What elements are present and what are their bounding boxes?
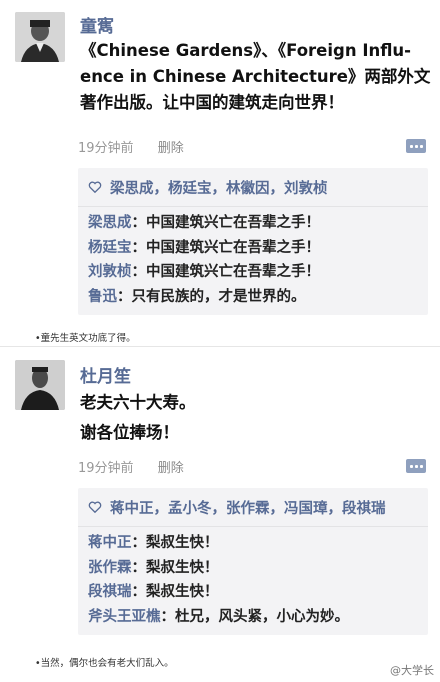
watermark: @大学长 [390, 664, 434, 677]
interaction-box: 梁思成，杨廷宝，林徽因，刘敦桢 梁思成：中国建筑兴亡在吾辈之手！ 杨廷宝：中国建… [78, 168, 428, 315]
post-content: 老夫六十大寿。 谢各位捧场！ [80, 390, 420, 446]
likes-row: 梁思成，杨廷宝，林徽因，刘敦桢 [78, 168, 428, 207]
comments-list: 蒋中正：梨叔生快！ 张作霖：梨叔生快！ 段祺瑞：梨叔生快！ 斧头王亚樵：杜兄，风… [78, 527, 428, 635]
heart-icon [88, 501, 102, 514]
comment-author[interactable]: 杨廷宝 [88, 240, 132, 256]
moments-post-1: 童寯 《Chinese Gardens》、《Foreign Influ- enc… [0, 0, 440, 344]
comment-author[interactable]: 段祺瑞 [88, 584, 132, 600]
comment-item[interactable]: 斧头王亚樵：杜兄，风头紧，小心为妙。 [88, 605, 418, 630]
image-caption: •童先生英文功底了得。 [35, 333, 136, 344]
comment-text: ：梨叔生快！ [131, 584, 219, 600]
comment-author[interactable]: 张作霖 [88, 560, 132, 576]
comment-item[interactable]: 梁思成：中国建筑兴亡在吾辈之手！ [88, 211, 418, 236]
author-name[interactable]: 童寯 [80, 12, 114, 37]
avatar[interactable] [15, 360, 65, 410]
comment-item[interactable]: 刘敦桢：中国建筑兴亡在吾辈之手！ [88, 260, 418, 285]
content-line: 老夫六十大寿。 [80, 393, 196, 412]
moments-post-2: 杜月笙 老夫六十大寿。 谢各位捧场！ 19分钟前 删除 蒋中正，孟小冬，张作霖，… [0, 350, 440, 682]
delete-button[interactable]: 删除 [158, 461, 184, 476]
content-line: 著作出版。让中国的建筑走向世界！ [80, 93, 344, 112]
post-meta: 19分钟前 删除 [78, 457, 204, 476]
heart-icon [88, 181, 102, 194]
content-line: ence in Chinese Architecture》两部外文 [80, 67, 431, 86]
author-name[interactable]: 杜月笙 [80, 362, 131, 387]
comment-text: ：中国建筑兴亡在吾辈之手！ [131, 215, 321, 231]
interaction-box: 蒋中正，孟小冬，张作霖，冯国璋，段祺瑞 蒋中正：梨叔生快！ 张作霖：梨叔生快！ … [78, 488, 428, 635]
likes-row: 蒋中正，孟小冬，张作霖，冯国璋，段祺瑞 [78, 488, 428, 527]
comment-item[interactable]: 鲁迅：只有民族的，才是世界的。 [88, 285, 418, 310]
divider [0, 346, 440, 347]
comment-item[interactable]: 段祺瑞：梨叔生快！ [88, 580, 418, 605]
comment-text: ：梨叔生快！ [131, 559, 219, 576]
timestamp: 19分钟前 [78, 461, 134, 476]
content-line: 谢各位捧场！ [80, 423, 179, 442]
comments-list: 梁思成：中国建筑兴亡在吾辈之手！ 杨廷宝：中国建筑兴亡在吾辈之手！ 刘敦桢：中国… [78, 207, 428, 315]
avatar[interactable] [15, 12, 65, 62]
comment-item[interactable]: 杨廷宝：中国建筑兴亡在吾辈之手！ [88, 236, 418, 261]
post-meta: 19分钟前 删除 [78, 137, 204, 156]
image-caption: •当然，偶尔也会有老大们乱入。 [35, 658, 174, 669]
delete-button[interactable]: 删除 [158, 141, 184, 156]
content-line: 《Chinese Gardens》、《Foreign Influ- [80, 41, 412, 60]
likes-names[interactable]: 蒋中正，孟小冬，张作霖，冯国璋，段祺瑞 [110, 497, 386, 518]
comment-author[interactable]: 斧头王亚樵 [88, 609, 161, 625]
comment-author[interactable]: 梁思成 [88, 215, 132, 231]
avatar-portrait-icon [15, 360, 65, 410]
comment-author[interactable]: 鲁迅 [88, 289, 117, 305]
likes-names[interactable]: 梁思成，杨廷宝，林徽因，刘敦桢 [110, 177, 328, 198]
comment-text: ：梨叔生快！ [131, 535, 219, 551]
comment-more-icon[interactable] [406, 459, 426, 473]
post-content: 《Chinese Gardens》、《Foreign Influ- ence i… [80, 38, 431, 116]
comment-text: ：中国建筑兴亡在吾辈之手！ [131, 264, 321, 280]
comment-item[interactable]: 蒋中正：梨叔生快！ [88, 531, 418, 556]
comment-more-icon[interactable] [406, 139, 426, 153]
comment-text: ：杜兄，风头紧，小心为妙。 [160, 608, 350, 625]
comment-item[interactable]: 张作霖：梨叔生快！ [88, 556, 418, 581]
timestamp: 19分钟前 [78, 141, 134, 156]
comment-text: ：中国建筑兴亡在吾辈之手！ [131, 239, 321, 256]
comment-author[interactable]: 蒋中正 [88, 535, 132, 551]
comment-author[interactable]: 刘敦桢 [88, 264, 132, 280]
avatar-portrait-icon [15, 12, 65, 62]
comment-text: ：只有民族的，才是世界的。 [117, 288, 306, 305]
